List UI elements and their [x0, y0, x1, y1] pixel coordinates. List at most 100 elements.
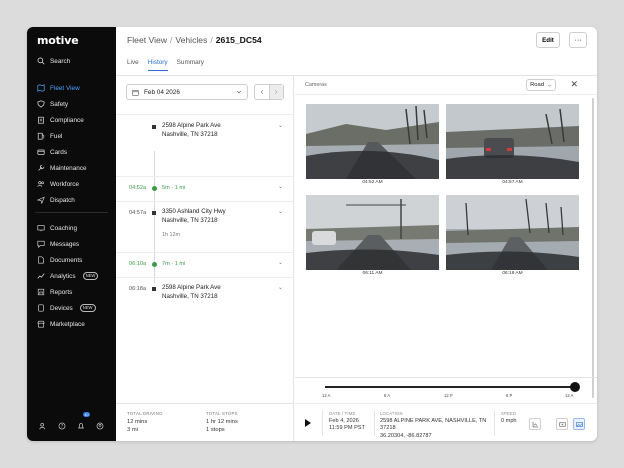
timeline-scrubber-handle[interactable] — [570, 382, 580, 392]
timeline-stop[interactable]: 04:57a 3350 Ashland City Hwy Nashville, … — [116, 201, 294, 256]
tab-history[interactable]: History — [147, 59, 168, 71]
total-driving-time: 12 mins — [127, 419, 148, 425]
stop-address-line2: Nashville, TN 37218 — [162, 216, 218, 224]
location-line1: 2598 ALPINE PARK AVE, NASHVILLE, TN — [380, 418, 487, 424]
sidebar-divider — [35, 212, 108, 213]
location-label: LOCATION — [380, 411, 403, 416]
user-settings-icon[interactable] — [39, 422, 47, 430]
tab-bar: Live History Summary — [127, 59, 204, 71]
stop-address-line1: 2598 Alpine Park Ave — [162, 122, 221, 129]
notifications-button[interactable]: 40 — [77, 412, 91, 435]
sidebar-item-analytics[interactable]: Analytics NEW — [31, 269, 112, 283]
camera-thumbnail[interactable]: 04:52 AM — [306, 104, 439, 185]
timeline-trip[interactable]: 06:10a 7m · 1 mi ⌄ — [116, 252, 294, 276]
speed-chart-button[interactable] — [529, 418, 541, 430]
timeline-trip[interactable]: 04:52a 5m · 1 mi ⌄ — [116, 176, 294, 200]
report-icon — [37, 288, 45, 296]
edit-button[interactable]: Edit — [536, 32, 560, 48]
sidebar-item-label: Cards — [50, 148, 68, 156]
sidebar-item-label: Reports — [50, 288, 73, 296]
chart-icon — [532, 421, 538, 427]
datetime-value: Feb 4, 2026 11:59 PM PST — [329, 418, 365, 433]
expand-chevron-icon[interactable]: ⌄ — [278, 259, 283, 266]
chat-icon — [37, 240, 45, 248]
sidebar-item-fleet-view[interactable]: Fleet View — [31, 81, 112, 95]
more-options-button[interactable]: ··· — [569, 32, 587, 48]
sidebar: motive Search Fleet View Safety Complian… — [27, 27, 116, 441]
sidebar-item-fuel[interactable]: Fuel — [31, 129, 112, 143]
account-icon[interactable] — [96, 422, 104, 430]
sidebar-item-label: Safety — [50, 100, 69, 108]
sidebar-item-cards[interactable]: Cards — [31, 145, 112, 159]
speed-label: SPEED — [501, 411, 517, 416]
playback-details: DATE / TIME Feb 4, 2026 11:59 PM PST LOC… — [295, 403, 597, 441]
sidebar-item-dispatch[interactable]: Dispatch — [31, 193, 112, 207]
camera-thumbnail[interactable]: 06:11 AM — [306, 195, 439, 276]
tab-summary[interactable]: Summary — [177, 59, 204, 71]
dashcam-road-image — [306, 104, 439, 179]
scrubber-divider — [295, 377, 597, 378]
sidebar-search-label: Search — [50, 57, 71, 65]
timeline-stop[interactable]: 06:18a 2598 Alpine Park Ave Nashville, T… — [116, 277, 294, 315]
sidebar-item-messages[interactable]: Messages — [31, 237, 112, 251]
sidebar-item-label: Analytics — [50, 272, 76, 280]
video-button[interactable] — [556, 418, 568, 430]
expand-chevron-icon[interactable]: ⌄ — [278, 284, 283, 291]
camera-thumbnail[interactable]: 04:57 AM — [446, 104, 579, 185]
breadcrumb-separator: / — [210, 35, 213, 45]
sidebar-item-devices[interactable]: Devices NEW — [31, 301, 112, 315]
day-pager — [254, 84, 284, 100]
expand-chevron-icon[interactable]: ⌄ — [278, 122, 283, 129]
previous-day-button[interactable] — [255, 85, 269, 99]
coaching-icon — [37, 225, 45, 232]
breadcrumb-fleet-view[interactable]: Fleet View — [127, 35, 167, 45]
chevron-down-icon — [236, 90, 242, 94]
thumbnail-time: 06:11 AM — [362, 271, 383, 276]
shield-icon — [37, 100, 45, 108]
sidebar-item-reports[interactable]: Reports — [31, 285, 112, 299]
sidebar-item-documents[interactable]: Documents — [31, 253, 112, 267]
sidebar-item-label: Devices — [50, 304, 73, 312]
total-stops-value: 1 hr 12 mins 1 stops — [206, 419, 238, 434]
expand-chevron-icon[interactable]: ⌄ — [278, 183, 283, 190]
close-icon[interactable]: ✕ — [570, 79, 578, 90]
stop-duration: 1h 12m — [162, 232, 180, 238]
motive-logo[interactable]: motive — [37, 34, 79, 47]
sidebar-search[interactable]: Search — [31, 54, 112, 68]
notification-count: 40 — [82, 412, 91, 417]
image-button[interactable] — [573, 418, 585, 430]
chevron-left-icon — [260, 89, 263, 95]
sidebar-item-marketplace[interactable]: Marketplace — [31, 317, 112, 331]
location-line2: 37218 — [380, 425, 396, 432]
camera-view-select[interactable]: Road — [526, 79, 556, 91]
scrubber-tick: 12 A — [322, 393, 331, 398]
fuel-icon — [37, 132, 45, 140]
next-day-button[interactable] — [268, 85, 283, 99]
expand-chevron-icon[interactable]: ⌄ — [278, 208, 283, 215]
timeline-scrubber-track[interactable] — [325, 386, 575, 388]
timeline-stop[interactable]: 2598 Alpine Park Ave Nashville, TN 37218… — [116, 114, 294, 152]
tab-live[interactable]: Live — [127, 59, 139, 71]
cameras-scrollbar[interactable] — [592, 98, 594, 398]
cameras-title: Cameras — [305, 82, 327, 88]
new-badge: NEW — [79, 304, 96, 312]
camera-view-value: Road — [530, 82, 544, 88]
sidebar-item-label: Messages — [50, 240, 80, 248]
sidebar-item-workforce[interactable]: Workforce — [31, 177, 112, 191]
datetime-date: Feb 4, 2026 — [329, 418, 359, 424]
sidebar-item-safety[interactable]: Safety — [31, 97, 112, 111]
sidebar-item-maintenance[interactable]: Maintenance — [31, 161, 112, 175]
dashcam-road-image — [306, 195, 439, 270]
scrubber-tick: 6 P — [506, 393, 513, 398]
total-stops-label: TOTAL STOPS — [206, 411, 238, 416]
camera-thumbnail[interactable]: 06:18 AM — [446, 195, 579, 276]
breadcrumb-vehicles[interactable]: Vehicles — [175, 35, 207, 45]
play-icon[interactable] — [305, 419, 311, 427]
cameras-divider — [295, 94, 597, 95]
sidebar-item-compliance[interactable]: Compliance — [31, 113, 112, 127]
date-picker[interactable]: Feb 04 2026 — [126, 84, 248, 100]
date-value: Feb 04 2026 — [144, 88, 180, 96]
scrubber-tick: 6 A — [384, 393, 391, 398]
sidebar-item-coaching[interactable]: Coaching — [31, 221, 112, 235]
help-icon[interactable]: ? — [58, 422, 66, 430]
